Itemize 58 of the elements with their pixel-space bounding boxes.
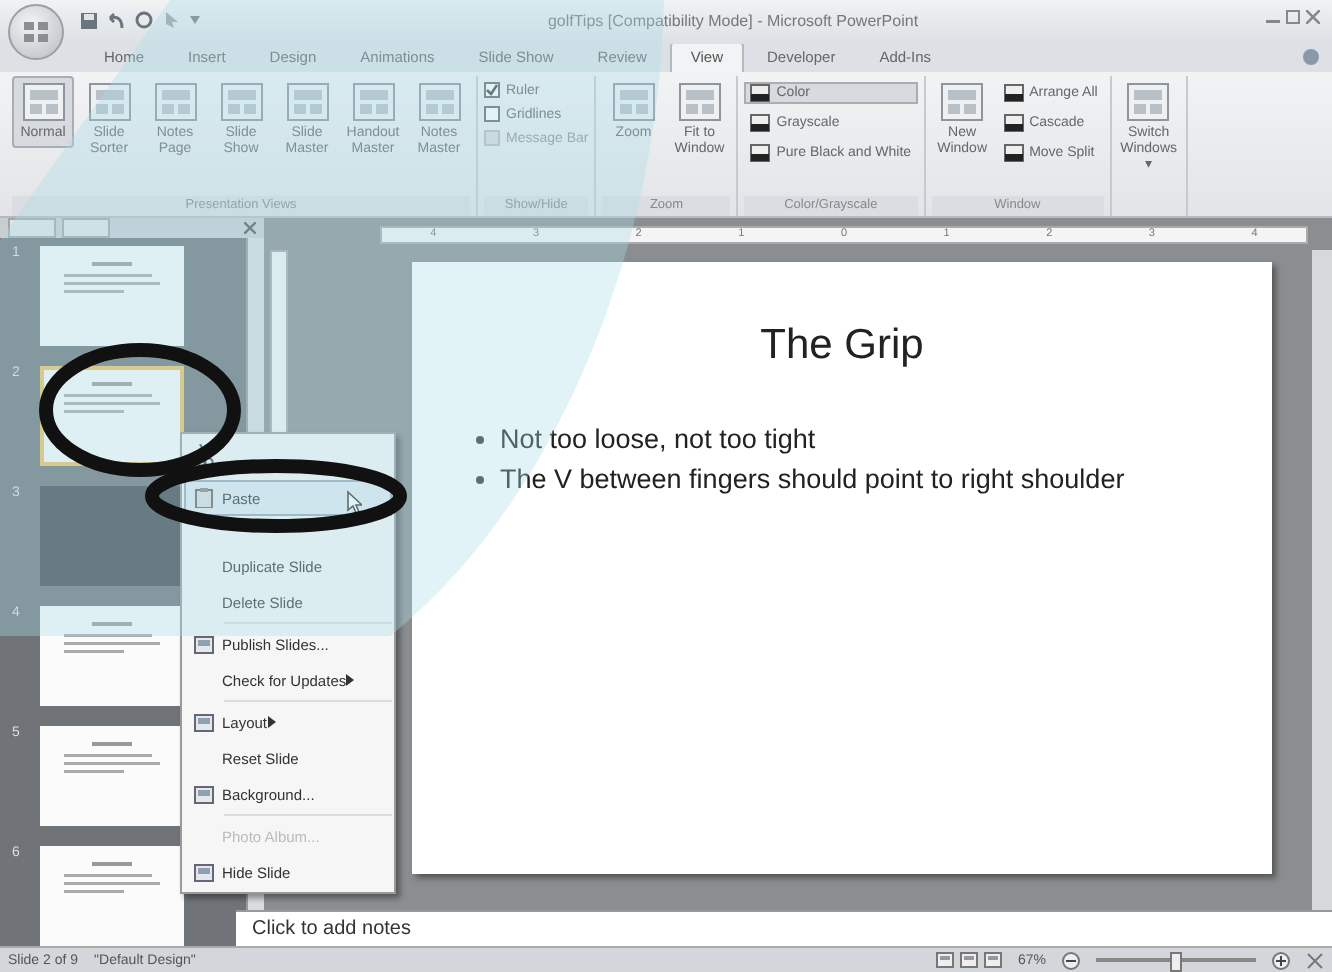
logo-icon <box>22 20 50 44</box>
view-icon <box>285 82 329 122</box>
view-icon <box>611 82 656 122</box>
bullet-icon <box>476 436 484 444</box>
slide-icon <box>194 713 214 731</box>
view-icon <box>153 82 197 122</box>
window-icon <box>1003 84 1024 102</box>
mouse-pointer-icon <box>346 490 362 514</box>
view-icon <box>677 82 722 122</box>
view-icon <box>417 82 461 122</box>
slide-thumbnail[interactable] <box>40 246 184 346</box>
window-icon <box>750 84 771 102</box>
zoom-slider-thumb[interactable] <box>1170 952 1182 972</box>
view-icon[interactable] <box>935 952 954 968</box>
slides-tab[interactable] <box>62 218 110 238</box>
checkbox[interactable] <box>484 106 500 122</box>
zoom-in-icon[interactable] <box>1272 951 1290 969</box>
view-icon <box>87 82 131 122</box>
slide-thumbnail[interactable] <box>40 846 184 946</box>
slide-icon <box>194 863 214 881</box>
maximize-icon[interactable] <box>1286 10 1300 24</box>
view-icon <box>940 82 985 122</box>
undo-icon[interactable] <box>106 11 126 29</box>
window-icon <box>750 114 771 132</box>
view-icon <box>351 82 395 122</box>
bullet-icon <box>476 476 484 484</box>
bullet-text: The V between fingers should point to right shoulder <box>500 462 1125 496</box>
bullet-text: Not too loose, not too tight <box>500 422 816 456</box>
zoom-out-icon[interactable] <box>1062 951 1080 969</box>
photo-placeholder[interactable] <box>40 486 184 586</box>
clipboard-icon <box>194 488 214 508</box>
submenu-arrow-icon <box>346 674 355 686</box>
view-icon <box>1126 82 1171 122</box>
cursor-icon[interactable] <box>162 10 182 30</box>
close-icon[interactable] <box>244 222 256 234</box>
save-icon[interactable] <box>80 11 98 29</box>
window-icon <box>1003 144 1024 162</box>
view-icon <box>219 82 263 122</box>
window-icon <box>750 144 771 162</box>
view-icon <box>21 82 65 122</box>
view-icon[interactable] <box>959 952 978 968</box>
office-button[interactable] <box>8 4 64 60</box>
view-icon[interactable] <box>983 952 1002 968</box>
checkbox[interactable] <box>484 82 500 98</box>
window-title: golfTips [Compatibility Mode] - Microsoft PowerPoint <box>545 12 921 30</box>
scrollbar[interactable] <box>1312 250 1332 910</box>
slide-icon <box>194 785 214 803</box>
notes-field[interactable]: Click to add notes <box>236 910 1332 946</box>
slide-icon <box>194 635 214 653</box>
scissors-icon <box>195 444 213 466</box>
submenu-arrow-icon <box>267 716 276 728</box>
slide-title: The Grip <box>760 322 924 370</box>
slide-thumbnail[interactable] <box>40 726 184 826</box>
dropdown-icon[interactable] <box>190 16 200 24</box>
slide-thumbnail[interactable] <box>40 606 184 706</box>
close-icon[interactable] <box>1306 10 1320 24</box>
outline-tab[interactable] <box>8 218 56 238</box>
window-icon <box>1003 114 1024 132</box>
